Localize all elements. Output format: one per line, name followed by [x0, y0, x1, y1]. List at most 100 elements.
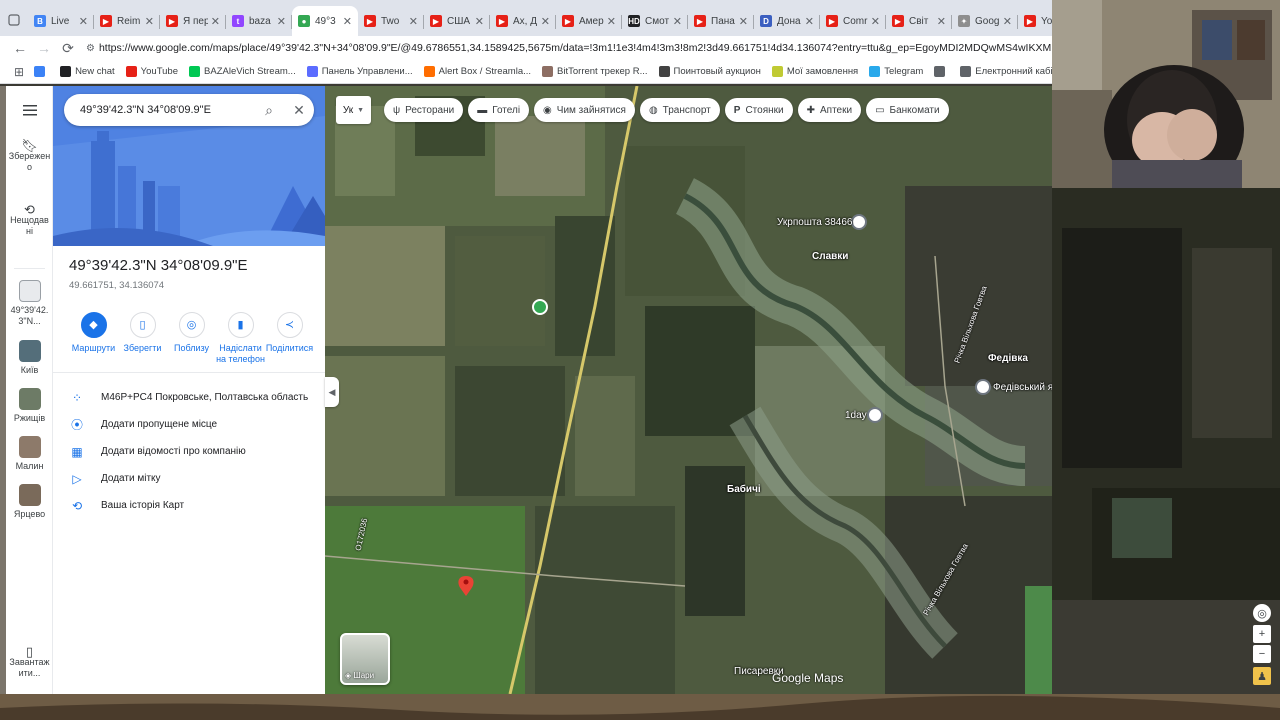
send-to-phone-button[interactable]: ▮ Надіслати на телефон [216, 312, 265, 365]
tab-close-icon[interactable]: ✕ [409, 15, 418, 28]
school-poi-icon[interactable] [975, 379, 991, 395]
tab-close-icon[interactable]: ✕ [1003, 15, 1012, 28]
browser-tab[interactable]: D Дона ✕ [754, 6, 820, 36]
bookmark-favicon-icon [34, 66, 46, 77]
layers-button[interactable]: ◈ Шари [340, 633, 390, 685]
info-label: Додати мітку [101, 473, 161, 484]
rail-download[interactable]: ▯ Завантаж ити... [6, 645, 53, 679]
browser-tab[interactable]: ▶ Ах, Д ✕ [490, 6, 556, 36]
rail-recent-place[interactable]: 49°39'42. 3"N... [6, 280, 53, 327]
add-missing-place-row[interactable]: ⦿ Додати пропущене місце [53, 411, 325, 438]
search-input[interactable]: 49°39'42.3"N 34°08'09.9"E [80, 104, 254, 116]
collapse-panel-button[interactable]: ◀ [325, 377, 339, 407]
satellite-map[interactable] [325, 86, 1052, 694]
chip-pharmacies[interactable]: ✚ Аптеки [797, 98, 862, 122]
map-label-ukrposhta[interactable]: Укрпошта 38466 [777, 217, 852, 228]
my-location-icon[interactable]: ◎ [1253, 604, 1271, 622]
browser-tab[interactable]: ▶ Two ✕ [358, 6, 424, 36]
bookmark-item[interactable]: Поинтовый аукцион [658, 66, 761, 77]
apps-grid-icon[interactable]: ⊞ [14, 65, 24, 79]
business-icon: ▦ [71, 444, 83, 459]
chip-hotels[interactable]: ▬ Готелі [468, 98, 530, 122]
rail-recent[interactable]: ⟲ Нещодав ні [6, 203, 53, 237]
zoom-out-button[interactable]: − [1253, 645, 1271, 663]
tab-favicon-icon: ▶ [1024, 15, 1036, 27]
tab-close-icon[interactable]: ✕ [937, 15, 946, 28]
add-business-row[interactable]: ▦ Додати відомості про компанію [53, 438, 325, 465]
rail-place-malyn[interactable]: Малин [6, 436, 53, 472]
bookmark-item[interactable] [934, 66, 949, 77]
tab-close-icon[interactable]: ✕ [79, 15, 88, 28]
info-list: ⁘ M46P+PC4 Покровське, Полтавська област… [53, 384, 325, 519]
tab-close-icon[interactable]: ✕ [673, 15, 682, 28]
close-icon[interactable]: ✕ [284, 102, 314, 119]
bookmark-item[interactable]: Alert Box / Streamla... [423, 66, 531, 77]
map-label-oneday[interactable]: 1day [845, 410, 867, 421]
tab-close-icon[interactable]: ✕ [211, 15, 220, 28]
browser-tab[interactable]: ▶ Reim ✕ [94, 6, 160, 36]
park-poi-icon[interactable] [532, 299, 548, 315]
bookmark-item[interactable]: Електронний кабінет [960, 66, 1060, 77]
search-box[interactable]: 49°39'42.3"N 34°08'09.9"E ⌕ ✕ [64, 94, 314, 126]
chip-transit[interactable]: ◍ Транспорт [639, 98, 720, 122]
chip-restaurants[interactable]: ψ Ресторани [384, 98, 464, 122]
browser-tab[interactable]: t baza ✕ [226, 6, 292, 36]
bookmark-item[interactable]: Telegram [869, 66, 923, 77]
browser-tab[interactable]: ▶ Амер ✕ [556, 6, 622, 36]
tab-close-icon[interactable]: ✕ [145, 15, 154, 28]
tab-favicon-icon: ✦ [958, 15, 970, 27]
rail-place-rzhyshchiv[interactable]: Ржищів [6, 388, 53, 424]
browser-tab[interactable]: HD Смот ✕ [622, 6, 688, 36]
browser-tab[interactable]: ▶ США ✕ [424, 6, 490, 36]
add-label-row[interactable]: ▷ Додати мітку [53, 465, 325, 492]
address-bar[interactable]: ⚙ https://www.google.com/maps/place/49°3… [86, 38, 1060, 58]
nearby-button[interactable]: ◎ Поблизу [167, 312, 216, 365]
browser-tab[interactable]: B Live ✕ [28, 6, 94, 36]
place-poi-icon[interactable] [867, 407, 883, 423]
forward-icon[interactable]: → [32, 40, 56, 56]
post-office-poi-icon[interactable] [851, 214, 867, 230]
chip-parking[interactable]: P Стоянки [724, 98, 793, 122]
tab-close-icon[interactable]: ✕ [871, 15, 880, 28]
tab-close-icon[interactable]: ✕ [805, 15, 814, 28]
browser-tab[interactable]: ▶ Comr ✕ [820, 6, 886, 36]
back-icon[interactable]: ← [8, 40, 32, 56]
menu-icon[interactable] [6, 104, 53, 119]
plus-code-row[interactable]: ⁘ M46P+PC4 Покровське, Полтавська област… [53, 384, 325, 411]
search-icon[interactable]: ⌕ [254, 102, 284, 119]
tab-title: Амер [579, 15, 604, 27]
tab-close-icon[interactable]: ✕ [607, 15, 616, 28]
maps-history-row[interactable]: ⟲ Ваша історія Карт [53, 492, 325, 519]
tab-close-icon[interactable]: ✕ [343, 15, 352, 28]
share-button[interactable]: ≺ Поділитися [265, 312, 314, 365]
bookmark-item[interactable]: Мої замовлення [771, 66, 858, 77]
tab-search-icon[interactable] [8, 14, 20, 26]
browser-tab[interactable]: ✦ Goog ✕ [952, 6, 1018, 36]
bookmark-item[interactable]: YouTube [125, 66, 178, 77]
pegman-icon[interactable]: ♟ [1253, 667, 1271, 685]
bookmark-item[interactable]: New chat [60, 66, 115, 77]
browser-tab[interactable]: ● 49°3 ✕ [292, 6, 358, 36]
chip-things-to-do[interactable]: ◉ Чим зайнятися [534, 98, 635, 122]
browser-tab[interactable]: ▶ Світ ✕ [886, 6, 952, 36]
tab-close-icon[interactable]: ✕ [475, 15, 484, 28]
tab-close-icon[interactable]: ✕ [541, 15, 550, 28]
bookmark-item[interactable] [34, 66, 49, 77]
language-toggle[interactable]: Ук ▼ [336, 96, 371, 124]
zoom-in-button[interactable]: + [1253, 625, 1271, 643]
directions-button[interactable]: ◆ Маршрути [69, 312, 118, 365]
browser-tab[interactable]: ▶ Я пер ✕ [160, 6, 226, 36]
save-button[interactable]: ▯ Зберегти [118, 312, 167, 365]
rail-place-kyiv[interactable]: Київ [6, 340, 53, 376]
rail-place-yartsevo[interactable]: Ярцево [6, 484, 53, 520]
chip-atms[interactable]: ▭ Банкомати [866, 98, 949, 122]
bookmark-item[interactable]: BitTorrent трекер R... [542, 66, 648, 77]
tab-close-icon[interactable]: ✕ [277, 15, 286, 28]
rail-saved[interactable]: 🔖︎ Збережен о [6, 139, 53, 173]
reload-icon[interactable]: ⟳ [56, 40, 80, 57]
browser-tab[interactable]: ▶ Пана ✕ [688, 6, 754, 36]
bookmark-item[interactable]: Панель Управлени... [306, 66, 413, 77]
bookmark-item[interactable]: BAZAleVich Stream... [189, 66, 296, 77]
tab-close-icon[interactable]: ✕ [739, 15, 748, 28]
site-info-icon[interactable]: ⚙ [86, 43, 95, 54]
